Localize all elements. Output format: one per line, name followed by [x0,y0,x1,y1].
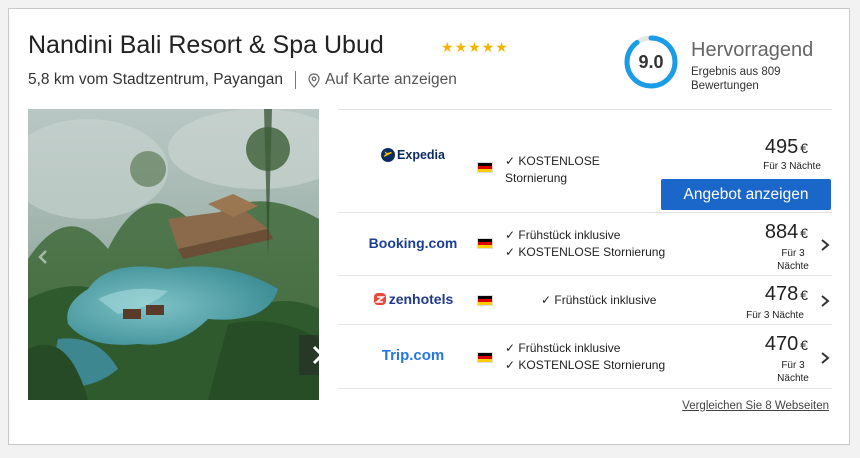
price-value: 470 [764,333,799,355]
nights-info: Für 3 Nächte [763,161,821,172]
expedia-plane-icon [381,148,396,162]
chevron-right-icon[interactable] [818,351,832,365]
german-flag-icon [477,238,493,249]
offer-row-booking[interactable]: Booking.com ✓ Frühstück inklusive ✓ KOST… [338,212,832,275]
trip-name: Trip.com [381,347,445,364]
rating-label: Hervorragend [691,39,814,61]
offer-price: 470 € [765,333,808,356]
chevron-right-icon[interactable] [818,238,832,252]
map-pin-icon [308,72,320,88]
feature-breakfast: Frühstück inklusive [518,228,621,242]
currency: € [800,287,808,303]
hotel-card: Nandini Bali Resort & Spa Ubud ★ ★ ★ ★ ★… [8,8,850,445]
rating-score: 9.0 [638,52,664,72]
nights-info: Für 3 Nächte [777,360,809,384]
zenhotels-name: zenhotels [388,291,454,307]
price-value: 478 [764,283,799,305]
check-icon: ✓ [505,244,519,259]
star-icon: ★ [468,39,481,55]
zenhotels-icon [373,293,386,305]
distance-text: 5,8 km vom Stadtzentrum, Payangan [28,71,284,88]
map-link[interactable]: Auf Karte anzeigen [308,71,457,89]
photo-next-button[interactable] [299,335,319,375]
check-icon: ✓ [541,293,555,307]
currency: € [800,140,808,156]
booking-logo: Booking.com [338,235,488,251]
map-link-label: Auf Karte anzeigen [325,71,457,88]
offer-price: 495 € [765,136,808,159]
offer-row-zenhotels[interactable]: zenhotels ✓ Frühstück inklusive 478 € Für… [338,275,832,324]
feature-cancel-2: Stornierung [505,170,568,185]
location-line: 5,8 km vom Stadtzentrum, Payangan Auf Ka… [28,71,457,89]
feature-free-cancel: KOSTENLOSE Stornierung [518,357,666,372]
hotel-name[interactable]: Nandini Bali Resort & Spa Ubud [28,31,384,60]
star-rating: ★ ★ ★ ★ ★ [441,40,508,54]
feature-breakfast: Frühstück inklusive [518,341,621,355]
offer-features: ✓ Frühstück inklusive [541,292,656,309]
booking-name: Booking.com [368,235,458,251]
star-icon: ★ [481,39,495,55]
offer-price: 884 € [765,221,808,244]
trip-logo: Trip.com [338,347,488,364]
chevron-left-icon[interactable] [37,249,49,265]
chevron-right-icon [312,345,319,365]
check-icon: ✓ [505,228,519,242]
feature-free-cancel: KOSTENLOSE [518,154,600,168]
price-value: 495 [764,136,799,158]
offer-features: ✓ Frühstück inklusive ✓ KOSTENLOSE Storn… [505,340,665,373]
german-flag-icon [477,162,493,173]
offer-row-expedia[interactable]: Expedia ✓ KOSTENLOSE Stornierung 495 € Fü… [338,109,832,212]
divider [295,71,297,89]
feature-breakfast: Frühstück inklusive [554,293,657,307]
nights-info: Für 3 Nächte [746,310,804,321]
offer-features: ✓ Frühstück inklusive ✓ KOSTENLOSE Storn… [505,227,665,260]
check-icon: ✓ [505,341,519,355]
german-flag-icon [477,295,493,306]
feature-free-cancel: KOSTENLOSE Stornierung [518,244,666,259]
view-offer-button[interactable]: Angebot anzeigen [661,179,831,210]
offer-row-trip[interactable]: Trip.com ✓ Frühstück inklusive ✓ KOSTENL… [338,324,832,389]
nights-info: Für 3 Nächte [777,248,809,272]
compare-sites-link[interactable]: Vergleichen Sie 8 Webseiten [682,400,829,412]
zenhotels-logo: zenhotels [338,291,488,307]
price-value: 884 [764,221,799,243]
expedia-logo: Expedia [338,148,488,162]
expedia-name: Expedia [397,148,445,162]
check-icon: ✓ [505,154,519,168]
star-icon: ★ [454,39,468,55]
star-icon: ★ [495,39,508,55]
check-icon: ✓ [505,357,519,372]
hotel-photo-image [28,109,319,400]
currency: € [800,225,808,241]
german-flag-icon [477,352,493,363]
offer-price: 478 € [765,283,808,306]
offer-list: Expedia ✓ KOSTENLOSE Stornierung 495 € Fü… [338,109,832,389]
currency: € [800,337,808,353]
offer-features: ✓ KOSTENLOSE Stornierung [505,153,600,186]
hotel-photo[interactable] [28,109,319,400]
star-icon: ★ [441,39,454,55]
chevron-right-icon[interactable] [818,294,832,308]
review-count: Ergebnis aus 809 Bewertungen [691,66,781,92]
